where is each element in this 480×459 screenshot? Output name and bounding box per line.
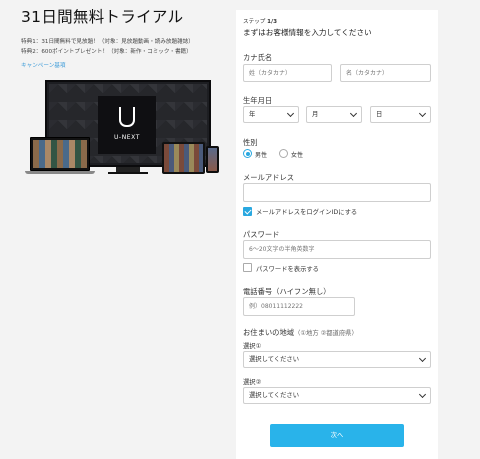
next-button[interactable]: 次へ: [270, 424, 404, 447]
step-indicator: ステップ 1/3: [243, 19, 277, 25]
devices-illustration: U-NEXT: [25, 80, 225, 180]
show-password-checkbox[interactable]: [243, 263, 252, 272]
login-id-checkbox[interactable]: [243, 207, 252, 216]
chevron-down-icon: [286, 109, 295, 118]
laptop-image: [30, 137, 90, 171]
region-label: お住まいの地域（①地方 ②都道府県）: [243, 328, 358, 337]
gender-male-radio[interactable]: [243, 149, 252, 158]
region-select-2[interactable]: 選択してください: [243, 387, 431, 404]
gender-male-label: 男性: [255, 152, 268, 159]
phone-label: 電話番号（ハイフン無し）: [243, 287, 331, 296]
first-name-input[interactable]: [340, 64, 431, 82]
chevron-down-icon: [349, 109, 358, 118]
phone-input[interactable]: [243, 297, 355, 316]
unext-logo: U-NEXT: [98, 96, 156, 154]
email-label: メールアドレス: [243, 173, 295, 182]
gender-female-label: 女性: [291, 152, 304, 159]
form-heading: まずはお客様情報を入力してください: [243, 28, 372, 37]
login-id-label: メールアドレスをログインIDにする: [256, 209, 358, 216]
phone-image: [206, 146, 219, 173]
chevron-down-icon: [418, 390, 427, 399]
name-label: カナ氏名: [243, 53, 273, 62]
last-name-input[interactable]: [243, 64, 332, 82]
birthday-label: 生年月日: [243, 96, 273, 105]
password-label: パスワード: [243, 230, 280, 239]
tablet-image: [162, 142, 205, 174]
gender-label: 性別: [243, 138, 258, 147]
unext-logo-mark-icon: [119, 107, 135, 127]
password-input[interactable]: [243, 240, 431, 259]
region-select-1[interactable]: 選択してください: [243, 351, 431, 368]
show-password-label: パスワードを表示する: [256, 266, 319, 273]
email-input[interactable]: [243, 183, 431, 202]
region-select-1-label: 選択①: [243, 343, 262, 350]
promo-section: 31日間無料トライアル 特典1：31日間無料で見放題！（対象：見放題動画・読み放…: [21, 7, 221, 69]
gender-female-radio[interactable]: [279, 149, 288, 158]
chevron-down-icon: [418, 109, 427, 118]
perk-2-text: 特典2：600ポイントプレゼント！（対象：新作・コミック・書籍）: [21, 49, 192, 55]
region-hint: （①地方 ②都道府県）: [294, 330, 358, 337]
chevron-down-icon: [418, 354, 427, 363]
campaign-terms-link[interactable]: キャンペーン基項: [21, 61, 221, 69]
unext-logo-text: U-NEXT: [113, 134, 141, 141]
birth-day-select[interactable]: 日: [370, 106, 431, 123]
birth-year-select[interactable]: 年: [243, 106, 299, 123]
signup-form-card: ステップ 1/3 まずはお客様情報を入力してください カナ氏名 生年月日 年 月…: [236, 10, 438, 459]
region-select-2-label: 選択②: [243, 379, 262, 386]
page-title: 31日間無料トライアル: [21, 8, 184, 26]
perk-1-text: 特典1：31日間無料で見放題！（対象：見放題動画・読み放題雑誌）: [21, 39, 194, 45]
birth-month-select[interactable]: 月: [306, 106, 362, 123]
